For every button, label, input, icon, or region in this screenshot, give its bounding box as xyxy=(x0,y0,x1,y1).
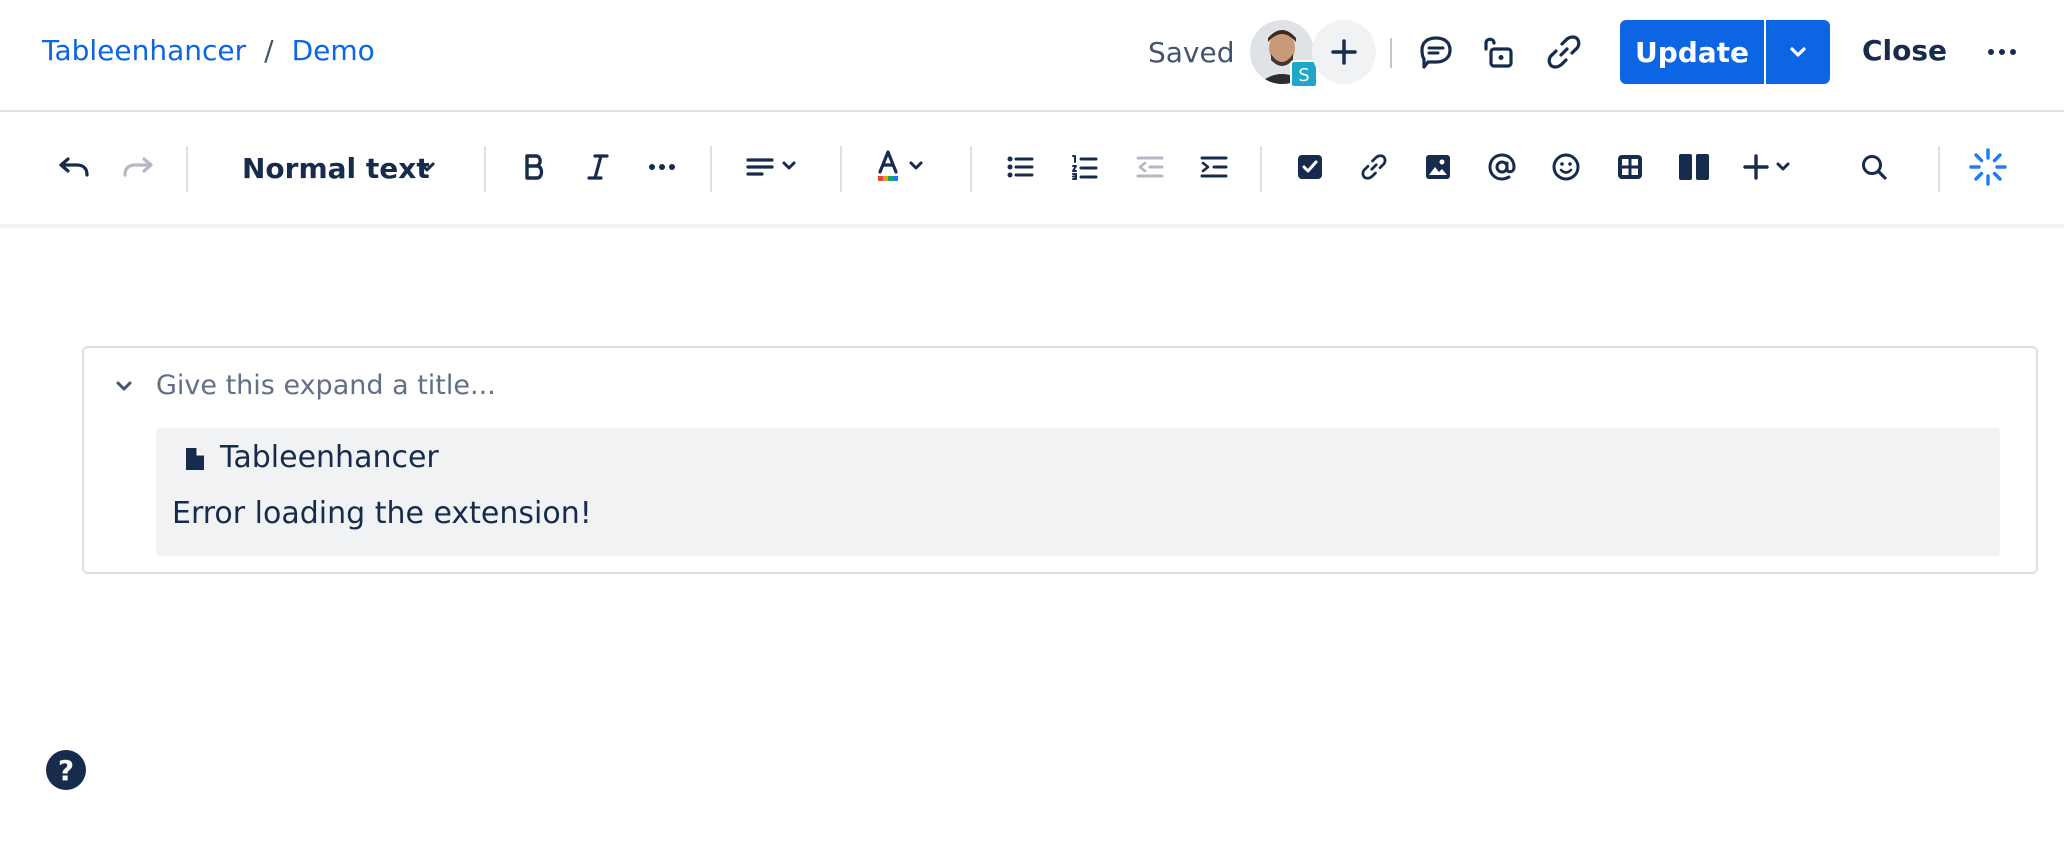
undo-button[interactable] xyxy=(52,142,96,192)
indent-button[interactable] xyxy=(1194,142,1234,192)
header-divider xyxy=(1390,38,1392,68)
bold-button[interactable] xyxy=(514,142,554,192)
action-item-button[interactable] xyxy=(1290,142,1330,192)
bullet-list-icon xyxy=(1007,156,1034,178)
extension-name: Tableenhancer xyxy=(220,440,439,475)
expand-title-input[interactable]: Give this expand a title... xyxy=(156,370,496,401)
insert-table-button[interactable] xyxy=(1610,142,1650,192)
bold-icon xyxy=(525,154,544,180)
ai-assist-button[interactable] xyxy=(1968,142,2008,192)
restrictions-button[interactable] xyxy=(1474,28,1522,76)
breadcrumb-page-link[interactable]: Demo xyxy=(292,34,375,67)
layouts-button[interactable] xyxy=(1674,142,1714,192)
extension-error-message: Error loading the extension! xyxy=(172,496,592,531)
find-replace-button[interactable] xyxy=(1854,142,1894,192)
redo-icon xyxy=(123,157,153,177)
breadcrumb-separator: / xyxy=(264,34,274,67)
toolbar-divider xyxy=(970,146,972,192)
image-icon xyxy=(1426,155,1450,179)
emoji-icon xyxy=(1552,153,1580,181)
plus-icon xyxy=(1331,39,1357,65)
comment-icon xyxy=(1420,36,1452,69)
chevron-down-icon xyxy=(419,162,435,172)
alignment-button[interactable] xyxy=(742,142,806,192)
emoji-button[interactable] xyxy=(1546,142,1586,192)
text-style-chevron[interactable] xyxy=(414,142,440,192)
table-icon xyxy=(1618,155,1642,179)
toolbar-divider xyxy=(840,146,842,192)
document-icon xyxy=(184,446,206,476)
update-options-button[interactable] xyxy=(1766,20,1830,84)
editor-toolbar: Normal text xyxy=(0,112,2064,228)
toolbar-divider xyxy=(484,146,486,192)
indent-icon xyxy=(1200,156,1228,178)
more-actions-button[interactable] xyxy=(1978,28,2026,76)
saved-status: Saved xyxy=(1148,36,1235,69)
redo-button[interactable] xyxy=(116,142,160,192)
link-icon xyxy=(1547,35,1581,69)
search-icon xyxy=(1862,155,1887,180)
layout-icon xyxy=(1679,154,1709,180)
link-icon xyxy=(1361,154,1387,180)
unlock-icon xyxy=(1484,37,1513,68)
outdent-icon xyxy=(1136,156,1164,178)
ai-icon xyxy=(1969,148,2007,186)
expand-block: Give this expand a title... Tableenhance… xyxy=(82,346,2038,574)
add-collaborator-button[interactable] xyxy=(1312,20,1376,84)
task-icon xyxy=(1298,155,1322,179)
numbered-list-button[interactable] xyxy=(1064,142,1104,192)
more-formatting-icon xyxy=(649,164,675,170)
italic-button[interactable] xyxy=(578,142,618,192)
chevron-down-icon xyxy=(116,381,132,391)
italic-icon xyxy=(587,154,609,180)
toolbar-divider xyxy=(710,146,712,192)
text-color-icon xyxy=(878,150,923,181)
mention-button[interactable] xyxy=(1482,142,1522,192)
bullet-list-button[interactable] xyxy=(1000,142,1040,192)
expand-toggle-button[interactable] xyxy=(114,376,134,400)
more-formatting-button[interactable] xyxy=(642,142,682,192)
numbered-list-icon xyxy=(1072,155,1098,180)
help-button[interactable]: ? xyxy=(46,750,86,790)
close-button[interactable]: Close xyxy=(1862,34,1947,67)
toolbar-divider xyxy=(186,146,188,192)
extension-macro[interactable]: Tableenhancer Error loading the extensio… xyxy=(156,428,2000,556)
text-color-button[interactable] xyxy=(874,142,936,192)
undo-icon xyxy=(59,157,89,177)
editor-header: Tableenhancer / Demo Saved S Update Clos… xyxy=(0,0,2064,112)
chevron-down-icon xyxy=(1790,47,1806,57)
breadcrumb-space-link[interactable]: Tableenhancer xyxy=(42,34,246,67)
align-icon xyxy=(746,158,796,176)
comment-button[interactable] xyxy=(1412,28,1460,76)
update-button[interactable]: Update xyxy=(1620,20,1764,84)
toolbar-divider xyxy=(1938,146,1940,192)
toolbar-divider xyxy=(1260,146,1262,192)
mention-icon xyxy=(1488,153,1516,181)
insert-image-button[interactable] xyxy=(1418,142,1458,192)
outdent-button[interactable] xyxy=(1130,142,1170,192)
copy-link-button[interactable] xyxy=(1540,28,1588,76)
text-style-dropdown[interactable]: Normal text xyxy=(242,152,430,185)
insert-link-button[interactable] xyxy=(1354,142,1394,192)
more-icon xyxy=(1988,49,2016,55)
breadcrumb: Tableenhancer / Demo xyxy=(42,34,375,67)
insert-elements-button[interactable] xyxy=(1742,142,1800,192)
insert-icon xyxy=(1743,154,1790,180)
